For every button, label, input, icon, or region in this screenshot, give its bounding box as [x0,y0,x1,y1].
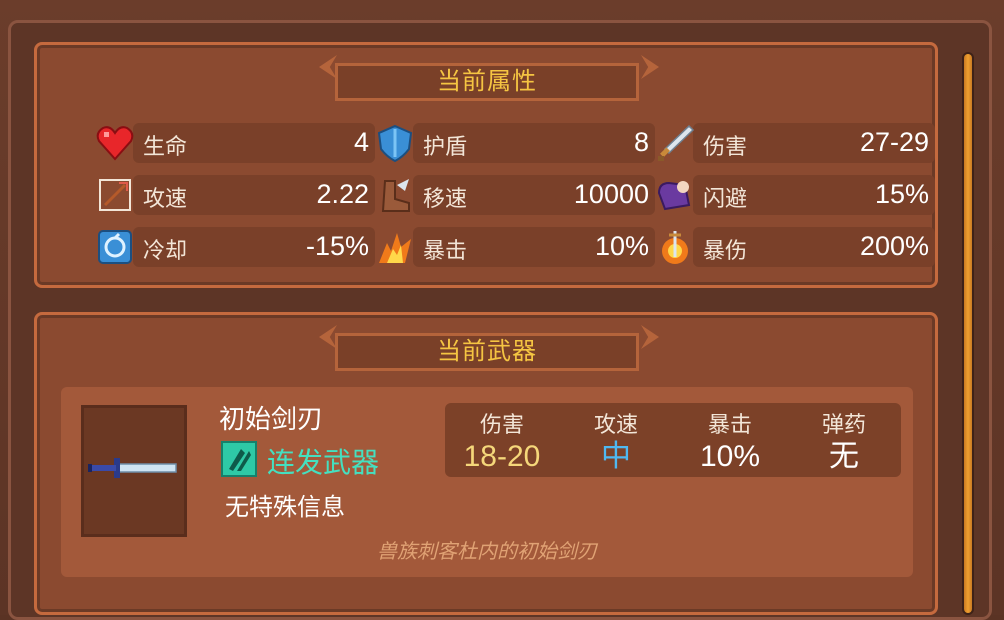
title-ornament-right-icon [641,55,659,79]
stat-value: 2.22 [316,179,369,209]
stat-dodge: 闪避 15% [657,175,935,215]
stat-label: 生命 [143,134,188,159]
stat-value: 4 [353,127,369,157]
weapon-stat-ammo: 弹药 无 [787,403,901,475]
stat-value: 200% [859,231,929,261]
attributes-title: 当前属性 [335,63,639,101]
stat-shield: 护盾 8 [377,123,655,163]
shield-icon [375,123,415,163]
crit-damage-icon [655,227,695,267]
stat-label: 暴伤 [703,238,748,263]
weapon-description: 兽族刺客杜内的初始剑刃 [377,541,597,563]
stat-label: 护盾 [423,134,468,159]
title-ornament-right-icon [641,325,659,349]
rapid-fire-icon [221,441,257,477]
boot-icon [375,175,415,215]
blade-icon [88,458,177,478]
sword-icon [655,123,695,163]
stat-label: 冷却 [143,238,188,263]
weapon-stat-label: 弹药 [821,412,866,437]
cooldown-icon [95,227,135,267]
stat-critical: 暴击 10% [379,227,655,267]
stat-move-speed: 移速 10000 [381,175,655,215]
critical-icon [375,227,415,267]
weapon-stat-label: 攻速 [593,412,638,437]
stat-health: 生命 4 [96,123,375,163]
stat-value: 10000 [573,179,649,209]
stat-damage: 伤害 27-29 [658,123,935,163]
weapon-stat-attack-speed: 攻速 中 [559,403,673,475]
weapon-stat-value: 18-20 [463,440,541,473]
weapon-stat-label: 伤害 [479,412,524,437]
attack-speed-icon [95,175,135,215]
stat-value: 27-29 [859,127,929,157]
scrollbar[interactable] [962,52,974,615]
stat-label: 攻速 [143,186,188,211]
weapon-stat-value: 无 [829,440,859,473]
weapon-info: 无特殊信息 [225,494,345,521]
weapon-title: 当前武器 [335,333,639,371]
weapon-slot[interactable] [81,405,187,537]
weapon-stat-value: 10% [699,440,761,473]
stat-value: 10% [594,231,649,261]
heart-icon [95,123,135,163]
weapon-stats: 伤害 18-20 攻速 中 暴击 10% 弹药 无 [445,403,901,477]
stat-label: 移速 [423,186,468,211]
stat-value: 8 [633,127,649,157]
stat-value: 15% [874,179,929,209]
weapon-name: 初始剑刃 [219,404,324,434]
weapon-type: 连发武器 [267,447,380,478]
attributes-panel: 当前属性 生命 4 护盾 8 伤害 27-29 攻速 2.22 移速 10000… [34,42,938,288]
stat-label: 伤害 [703,134,748,159]
stat-cooldown: 冷却 -15% [98,227,375,267]
stat-value: -15% [305,231,369,261]
scroll-thumb[interactable] [964,54,972,613]
dodge-icon [655,175,695,215]
stat-label: 闪避 [703,186,748,211]
stat-attack-speed: 攻速 2.22 [99,175,375,215]
weapon-card: 初始剑刃 连发武器 无特殊信息 伤害 18-20 攻速 中 暴击 10% 弹药 … [61,387,913,577]
weapon-stat-critical: 暴击 10% [673,403,787,475]
stat-label: 暴击 [423,238,468,263]
stat-crit-damage: 暴伤 200% [662,227,935,267]
game-window: 当前属性 生命 4 护盾 8 伤害 27-29 攻速 2.22 移速 10000… [0,0,1004,620]
weapon-stat-value: 中 [601,440,631,473]
weapon-panel: 当前武器 初始剑刃 连发武器 无特殊信息 伤害 18-20 攻速 中 暴击 10… [34,312,938,615]
weapon-stat-label: 暴击 [707,412,752,437]
weapon-stat-damage: 伤害 18-20 [445,403,559,475]
